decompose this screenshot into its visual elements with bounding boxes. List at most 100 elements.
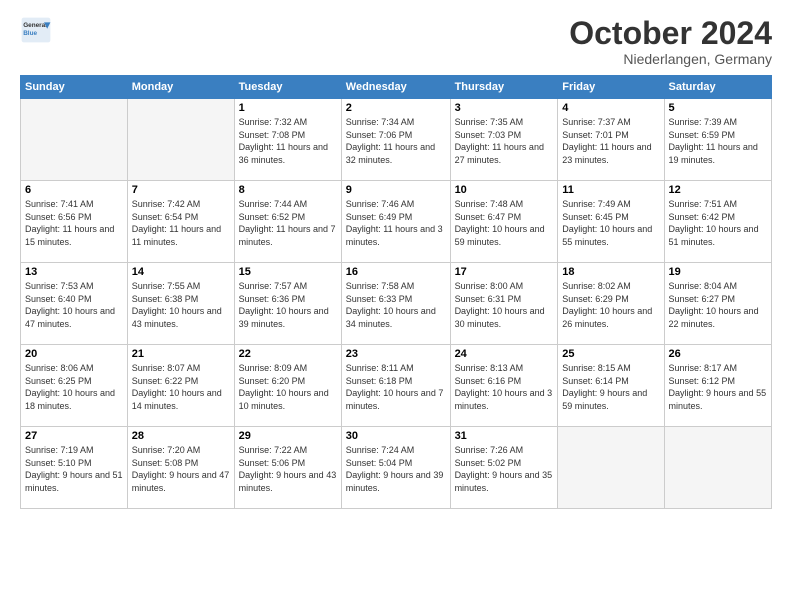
header: General Blue October 2024 Niederlangen, … [20, 16, 772, 67]
day-number: 8 [239, 184, 337, 196]
day-number: 25 [562, 348, 659, 360]
column-header-sunday: Sunday [21, 76, 128, 99]
day-info: Sunrise: 8:13 AM Sunset: 6:16 PM Dayligh… [455, 362, 554, 412]
day-info: Sunrise: 7:44 AM Sunset: 6:52 PM Dayligh… [239, 198, 337, 248]
day-number: 5 [669, 102, 767, 114]
calendar-cell: 18 Sunrise: 8:02 AM Sunset: 6:29 PM Dayli… [558, 263, 664, 345]
day-info: Sunrise: 7:58 AM Sunset: 6:33 PM Dayligh… [346, 280, 446, 330]
calendar-cell: 9Sunrise: 7:46 AM Sunset: 6:49 PM Daylig… [341, 181, 450, 263]
day-number: 16 [346, 266, 446, 278]
week-row-1: 1 Sunrise: 7:32 AM Sunset: 7:08 PM Daylig… [21, 99, 772, 181]
title-block: October 2024 Niederlangen, Germany [569, 16, 772, 67]
calendar-cell: 3 Sunrise: 7:35 AM Sunset: 7:03 PM Daylig… [450, 99, 558, 181]
day-info: Sunrise: 7:37 AM Sunset: 7:01 PM Dayligh… [562, 116, 659, 166]
day-info: Sunrise: 7:35 AM Sunset: 7:03 PM Dayligh… [455, 116, 554, 166]
calendar-table: SundayMondayTuesdayWednesdayThursdayFrid… [20, 75, 772, 509]
calendar-cell: 15 Sunrise: 7:57 AM Sunset: 6:36 PM Dayli… [234, 263, 341, 345]
day-info: Sunrise: 7:46 AM Sunset: 6:49 PM Dayligh… [346, 198, 446, 248]
calendar-cell: 2 Sunrise: 7:34 AM Sunset: 7:06 PM Daylig… [341, 99, 450, 181]
day-info: Sunrise: 7:57 AM Sunset: 6:36 PM Dayligh… [239, 280, 337, 330]
calendar-cell [664, 427, 771, 509]
calendar-cell: 8 Sunrise: 7:44 AM Sunset: 6:52 PM Daylig… [234, 181, 341, 263]
day-info: Sunrise: 7:42 AM Sunset: 6:54 PM Dayligh… [132, 198, 230, 248]
day-number: 1 [239, 102, 337, 114]
calendar-cell: 6 Sunrise: 7:41 AM Sunset: 6:56 PM Daylig… [21, 181, 128, 263]
calendar-cell: 7 Sunrise: 7:42 AM Sunset: 6:54 PM Daylig… [127, 181, 234, 263]
day-info: Sunrise: 8:00 AM Sunset: 6:31 PM Dayligh… [455, 280, 554, 330]
day-info: Sunrise: 8:04 AM Sunset: 6:27 PM Dayligh… [669, 280, 767, 330]
calendar-cell: 1 Sunrise: 7:32 AM Sunset: 7:08 PM Daylig… [234, 99, 341, 181]
title-month: October 2024 [569, 16, 772, 51]
day-number: 31 [455, 430, 554, 442]
calendar-cell: 14 Sunrise: 7:55 AM Sunset: 6:38 PM Dayli… [127, 263, 234, 345]
column-header-thursday: Thursday [450, 76, 558, 99]
calendar-cell [21, 99, 128, 181]
day-number: 29 [239, 430, 337, 442]
calendar-cell: 19 Sunrise: 8:04 AM Sunset: 6:27 PM Dayli… [664, 263, 771, 345]
day-info: Sunrise: 7:22 AM Sunset: 5:06 PM Dayligh… [239, 444, 337, 494]
calendar-cell: 4 Sunrise: 7:37 AM Sunset: 7:01 PM Daylig… [558, 99, 664, 181]
day-number: 12 [669, 184, 767, 196]
calendar-cell: 11 Sunrise: 7:49 AM Sunset: 6:45 PM Dayli… [558, 181, 664, 263]
calendar-cell: 22Sunrise: 8:09 AM Sunset: 6:20 PM Dayli… [234, 345, 341, 427]
day-info: Sunrise: 7:32 AM Sunset: 7:08 PM Dayligh… [239, 116, 337, 166]
calendar-cell [127, 99, 234, 181]
day-number: 23 [346, 348, 446, 360]
calendar-cell: 21 Sunrise: 8:07 AM Sunset: 6:22 PM Dayli… [127, 345, 234, 427]
calendar-cell: 30Sunrise: 7:24 AM Sunset: 5:04 PM Dayli… [341, 427, 450, 509]
calendar-cell: 24Sunrise: 8:13 AM Sunset: 6:16 PM Dayli… [450, 345, 558, 427]
column-header-friday: Friday [558, 76, 664, 99]
calendar-cell: 31 Sunrise: 7:26 AM Sunset: 5:02 PM Dayli… [450, 427, 558, 509]
logo: General Blue [20, 16, 52, 44]
day-number: 19 [669, 266, 767, 278]
day-number: 18 [562, 266, 659, 278]
day-info: Sunrise: 8:09 AM Sunset: 6:20 PM Dayligh… [239, 362, 337, 412]
svg-text:General: General [23, 22, 47, 29]
day-number: 17 [455, 266, 554, 278]
column-header-wednesday: Wednesday [341, 76, 450, 99]
day-number: 14 [132, 266, 230, 278]
calendar-cell: 13 Sunrise: 7:53 AM Sunset: 6:40 PM Dayli… [21, 263, 128, 345]
day-number: 3 [455, 102, 554, 114]
day-number: 10 [455, 184, 554, 196]
day-info: Sunrise: 7:19 AM Sunset: 5:10 PM Dayligh… [25, 444, 123, 494]
calendar-cell: 29 Sunrise: 7:22 AM Sunset: 5:06 PM Dayli… [234, 427, 341, 509]
day-number: 6 [25, 184, 123, 196]
calendar-cell: 27 Sunrise: 7:19 AM Sunset: 5:10 PM Dayli… [21, 427, 128, 509]
calendar-page: General Blue October 2024 Niederlangen, … [0, 0, 792, 612]
day-info: Sunrise: 7:55 AM Sunset: 6:38 PM Dayligh… [132, 280, 230, 330]
day-info: Sunrise: 7:26 AM Sunset: 5:02 PM Dayligh… [455, 444, 554, 494]
day-number: 28 [132, 430, 230, 442]
day-info: Sunrise: 8:07 AM Sunset: 6:22 PM Dayligh… [132, 362, 230, 412]
calendar-cell: 23Sunrise: 8:11 AM Sunset: 6:18 PM Dayli… [341, 345, 450, 427]
calendar-cell: 5 Sunrise: 7:39 AM Sunset: 6:59 PM Daylig… [664, 99, 771, 181]
day-number: 27 [25, 430, 123, 442]
day-info: Sunrise: 7:39 AM Sunset: 6:59 PM Dayligh… [669, 116, 767, 166]
column-header-monday: Monday [127, 76, 234, 99]
day-info: Sunrise: 8:06 AM Sunset: 6:25 PM Dayligh… [25, 362, 123, 412]
day-info: Sunrise: 7:53 AM Sunset: 6:40 PM Dayligh… [25, 280, 123, 330]
day-info: Sunrise: 8:17 AM Sunset: 6:12 PM Dayligh… [669, 362, 767, 412]
column-header-saturday: Saturday [664, 76, 771, 99]
day-info: Sunrise: 7:49 AM Sunset: 6:45 PM Dayligh… [562, 198, 659, 248]
day-info: Sunrise: 7:24 AM Sunset: 5:04 PM Dayligh… [346, 444, 446, 494]
day-info: Sunrise: 7:48 AM Sunset: 6:47 PM Dayligh… [455, 198, 554, 248]
calendar-header-row: SundayMondayTuesdayWednesdayThursdayFrid… [21, 76, 772, 99]
day-number: 21 [132, 348, 230, 360]
day-number: 4 [562, 102, 659, 114]
calendar-cell: 20Sunrise: 8:06 AM Sunset: 6:25 PM Dayli… [21, 345, 128, 427]
day-number: 11 [562, 184, 659, 196]
calendar-cell: 26Sunrise: 8:17 AM Sunset: 6:12 PM Dayli… [664, 345, 771, 427]
day-number: 7 [132, 184, 230, 196]
day-info: Sunrise: 7:20 AM Sunset: 5:08 PM Dayligh… [132, 444, 230, 494]
day-info: Sunrise: 8:02 AM Sunset: 6:29 PM Dayligh… [562, 280, 659, 330]
logo-icon: General Blue [20, 16, 52, 44]
day-number: 2 [346, 102, 446, 114]
day-number: 13 [25, 266, 123, 278]
day-info: Sunrise: 7:41 AM Sunset: 6:56 PM Dayligh… [25, 198, 123, 248]
calendar-cell: 10 Sunrise: 7:48 AM Sunset: 6:47 PM Dayli… [450, 181, 558, 263]
week-row-4: 20Sunrise: 8:06 AM Sunset: 6:25 PM Dayli… [21, 345, 772, 427]
day-number: 15 [239, 266, 337, 278]
calendar-cell: 16 Sunrise: 7:58 AM Sunset: 6:33 PM Dayli… [341, 263, 450, 345]
day-info: Sunrise: 7:34 AM Sunset: 7:06 PM Dayligh… [346, 116, 446, 166]
